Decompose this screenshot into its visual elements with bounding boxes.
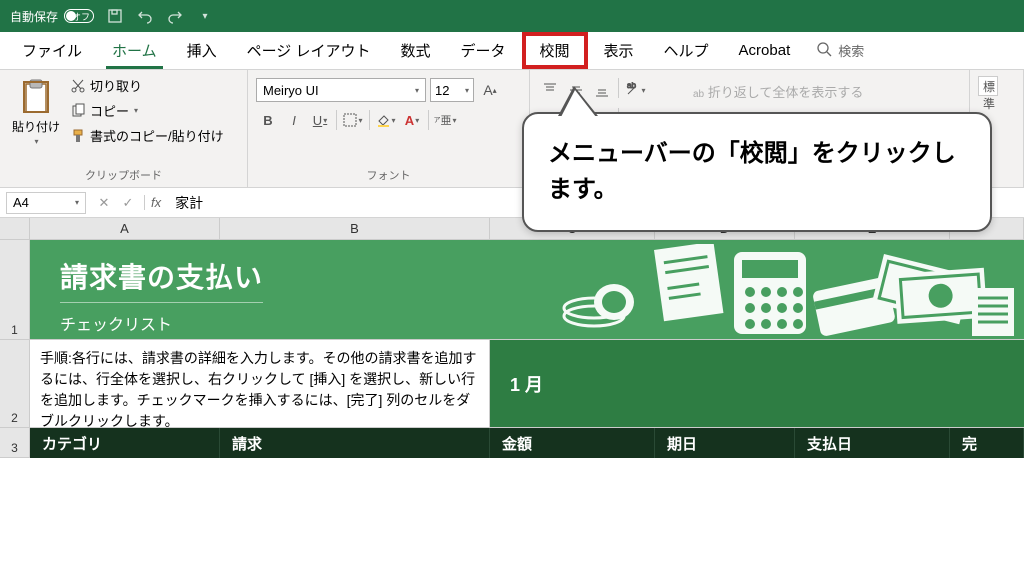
header-category[interactable]: カテゴリ	[30, 428, 220, 458]
toggle-switch[interactable]: オフ	[64, 9, 94, 23]
banner-illustration	[293, 240, 1024, 339]
header-amount[interactable]: 金額	[490, 428, 655, 458]
brush-icon	[70, 128, 86, 144]
fill-color-button[interactable]: ▾	[374, 108, 398, 132]
instruction-callout: メニューバーの「校閲」をクリックします。	[522, 112, 992, 232]
tab-data[interactable]: データ	[446, 32, 519, 69]
banner-title: 請求書の支払い	[60, 256, 263, 303]
format-painter-label: 書式のコピー/貼り付け	[90, 126, 224, 145]
copy-label: コピー	[90, 101, 129, 120]
font-size-select[interactable]: 12▾	[430, 78, 474, 102]
paste-button[interactable]: 貼り付け ▾	[8, 74, 64, 165]
group-clipboard: 貼り付け ▾ 切り取り コピー ▾ 書式のコピー/貼り付け クリップボード	[0, 70, 248, 187]
underline-button[interactable]: U▾	[308, 108, 332, 132]
qat-dropdown-icon[interactable]: ▾	[196, 7, 214, 25]
fx-button[interactable]: fx	[144, 195, 167, 210]
row-3: 3 カテゴリ 請求 金額 期日 支払日 完	[0, 428, 1024, 458]
autosave-label: 自動保存	[10, 8, 58, 25]
font-group-label: フォント	[256, 165, 521, 183]
callout-text: メニューバーの「校閲」をクリックします。	[548, 140, 956, 203]
cut-button[interactable]: 切り取り	[68, 74, 226, 97]
col-header-a[interactable]: A	[30, 218, 220, 239]
name-box[interactable]: A4▾	[6, 192, 86, 214]
tab-insert[interactable]: 挿入	[173, 32, 231, 69]
search-box[interactable]: 検索	[816, 41, 864, 60]
tab-formulas[interactable]: 数式	[386, 32, 444, 69]
tab-review[interactable]: 校閲	[522, 32, 588, 69]
search-label: 検索	[838, 41, 864, 60]
tab-view[interactable]: 表示	[590, 32, 648, 69]
row-header-1[interactable]: 1	[0, 240, 30, 340]
autosave-toggle[interactable]: 自動保存 オフ	[10, 8, 94, 25]
copy-button[interactable]: コピー ▾	[68, 99, 226, 122]
header-done[interactable]: 完	[950, 428, 1024, 458]
font-color-button[interactable]: A▾	[400, 108, 424, 132]
bold-button[interactable]: B	[256, 108, 280, 132]
phonetic-button[interactable]: ア亜▾	[433, 108, 457, 132]
row-2: 2 手順:各行には、請求書の詳細を入力します。その他の請求書を追加するには、行全…	[0, 340, 1024, 428]
header-bill[interactable]: 請求	[220, 428, 490, 458]
title-bar: 自動保存 オフ ▾	[0, 0, 1024, 32]
enter-icon[interactable]: ✓	[116, 191, 140, 215]
ribbon-tabs: ファイル ホーム 挿入 ページ レイアウト 数式 データ 校閲 表示 ヘルプ A…	[0, 32, 1024, 70]
redo-icon[interactable]	[166, 7, 184, 25]
search-icon	[816, 41, 832, 60]
orientation-icon[interactable]: ab▾	[623, 78, 647, 102]
tab-page-layout[interactable]: ページ レイアウト	[233, 32, 385, 69]
chevron-down-icon: ▾	[35, 137, 39, 146]
save-icon[interactable]	[106, 7, 124, 25]
tab-home[interactable]: ホーム	[98, 32, 171, 69]
row-header-3[interactable]: 3	[0, 428, 30, 458]
col-header-b[interactable]: B	[220, 218, 490, 239]
month-cell-2[interactable]	[950, 340, 1024, 428]
svg-text:ab: ab	[627, 82, 636, 90]
header-paid[interactable]: 支払日	[795, 428, 950, 458]
worksheet: 1 請求書の支払い チェックリスト	[0, 240, 1024, 458]
tab-acrobat[interactable]: Acrobat	[725, 34, 805, 67]
copy-icon	[70, 103, 86, 119]
tab-help[interactable]: ヘルプ	[650, 32, 723, 69]
header-due[interactable]: 期日	[655, 428, 795, 458]
instructions-cell[interactable]: 手順:各行には、請求書の詳細を入力します。その他の請求書を追加するには、行全体を…	[30, 340, 490, 428]
italic-button[interactable]: I	[282, 108, 306, 132]
number-format-select[interactable]: 標準	[978, 76, 998, 96]
month-cell[interactable]: 1 月	[490, 340, 950, 428]
wrap-text-button[interactable]: ab 折り返して全体を表示する	[689, 78, 867, 105]
paste-label: 貼り付け	[12, 118, 60, 135]
row-1: 1 請求書の支払い チェックリスト	[0, 240, 1024, 340]
select-all-corner[interactable]	[0, 218, 30, 239]
increase-font-icon[interactable]: A▴	[478, 78, 502, 102]
cut-label: 切り取り	[90, 76, 142, 95]
font-name-select[interactable]: Meiryo UI▾	[256, 78, 426, 102]
undo-icon[interactable]	[136, 7, 154, 25]
banner-cell[interactable]: 請求書の支払い チェックリスト	[30, 240, 1024, 340]
cancel-icon[interactable]: ✕	[92, 191, 116, 215]
scissors-icon	[70, 78, 86, 94]
tab-file[interactable]: ファイル	[8, 32, 96, 69]
clipboard-group-label: クリップボード	[8, 165, 239, 183]
banner-subtitle: チェックリスト	[60, 311, 263, 335]
group-font: Meiryo UI▾ 12▾ A▴ B I U▾ ▾ ▾ A▾ ア亜▾ フォント	[248, 70, 530, 187]
row-header-2[interactable]: 2	[0, 340, 30, 428]
border-button[interactable]: ▾	[341, 108, 365, 132]
format-painter-button[interactable]: 書式のコピー/貼り付け	[68, 124, 226, 147]
